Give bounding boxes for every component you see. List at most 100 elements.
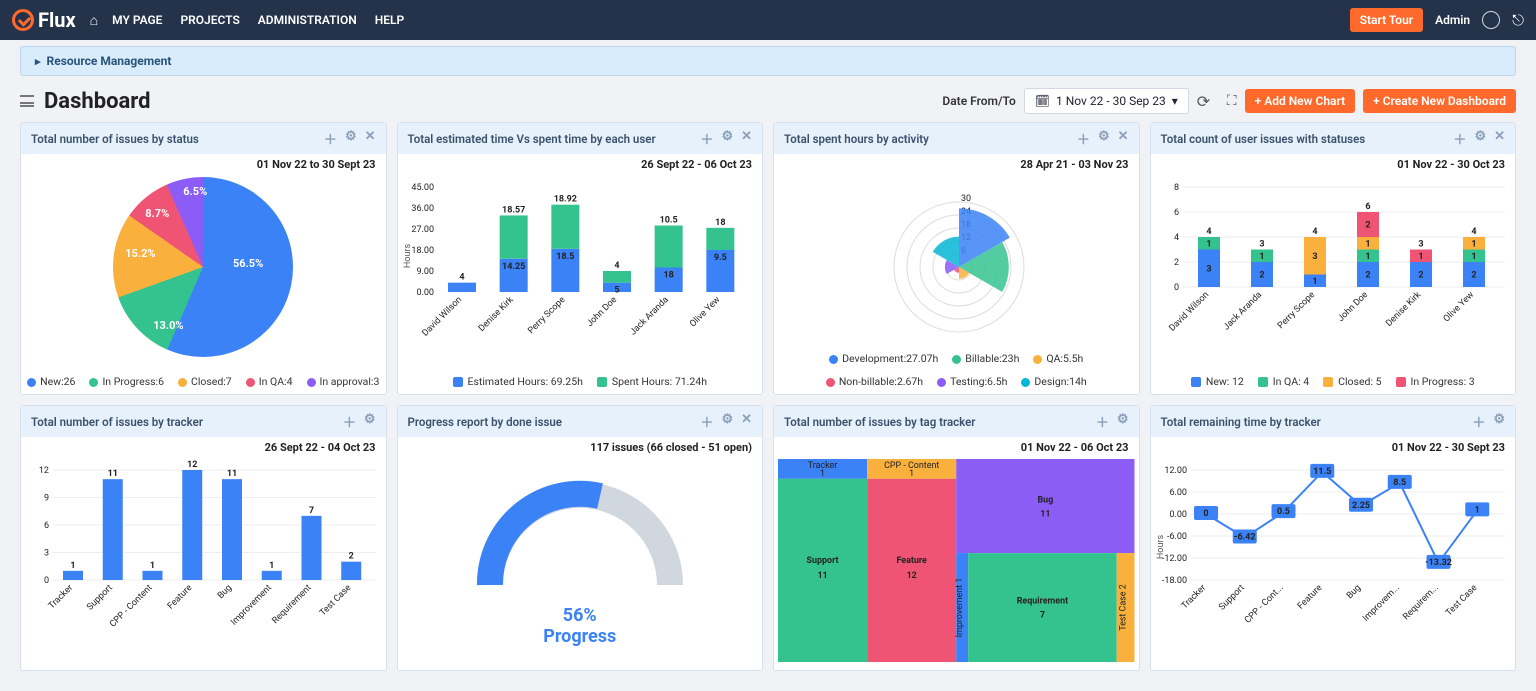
stacked-bar-chart: 0.009.0018.0027.0036.0045.004David Wilso… xyxy=(408,177,753,347)
chart-legend: Estimated Hours: 69.25hSpent Hours: 71.2… xyxy=(398,371,763,394)
svg-text:2: 2 xyxy=(1365,221,1370,231)
close-icon[interactable]: ✕ xyxy=(1118,129,1129,148)
gear-icon[interactable]: ⚙ xyxy=(345,129,357,148)
nav-my-page[interactable]: MY PAGE xyxy=(112,13,162,27)
nav-help[interactable]: HELP xyxy=(375,13,404,27)
svg-text:Requirement: Requirement xyxy=(1017,597,1068,607)
svg-text:Denise Kirk: Denise Kirk xyxy=(476,295,515,334)
chevron-down-icon: ▾ xyxy=(1172,94,1178,108)
home-icon[interactable]: ⌂ xyxy=(90,12,98,29)
svg-text:1: 1 xyxy=(1474,505,1479,515)
logo-mark-icon xyxy=(12,9,34,31)
svg-text:Denise Kirk: Denise Kirk xyxy=(1384,290,1423,329)
top-nav: Flux ⌂ MY PAGE PROJECTS ADMINISTRATION H… xyxy=(0,0,1536,40)
svg-text:Perry Scope: Perry Scope xyxy=(1276,290,1317,331)
svg-text:John Doe: John Doe xyxy=(1336,290,1370,324)
breadcrumb-bar[interactable]: Resource Management xyxy=(20,46,1516,76)
svg-text:-18.00: -18.00 xyxy=(1161,576,1186,586)
svg-text:2: 2 xyxy=(349,552,354,562)
card-estimated-vs-spent: Total estimated time Vs spent time by ea… xyxy=(397,122,764,395)
add-icon[interactable]: ＋ xyxy=(700,412,713,431)
svg-text:7: 7 xyxy=(1040,610,1045,620)
svg-text:Perry Scope: Perry Scope xyxy=(526,295,567,336)
start-tour-button[interactable]: Start Tour xyxy=(1350,8,1423,32)
svg-text:2: 2 xyxy=(1173,258,1178,268)
card-progress-report: Progress report by done issue ＋⚙✕ 117 is… xyxy=(397,405,764,671)
svg-text:12: 12 xyxy=(39,466,49,476)
svg-text:1: 1 xyxy=(150,561,155,571)
menu-icon[interactable] xyxy=(20,95,34,107)
pie-slice-label: 13.0% xyxy=(153,319,183,332)
nav-administration[interactable]: ADMINISTRATION xyxy=(258,13,357,27)
svg-text:Feature: Feature xyxy=(166,583,195,612)
gear-icon[interactable]: ⚙ xyxy=(1493,412,1505,431)
gear-icon[interactable]: ⚙ xyxy=(1474,129,1486,148)
svg-text:1: 1 xyxy=(70,561,75,571)
add-icon[interactable]: ＋ xyxy=(324,129,337,148)
user-icon[interactable] xyxy=(1482,11,1500,29)
svg-text:-13.32: -13.32 xyxy=(1425,558,1452,568)
svg-text:4: 4 xyxy=(1312,227,1317,237)
fullscreen-icon[interactable]: ⛶ xyxy=(1227,93,1237,109)
pie-chart: 56.5% 13.0% 15.2% 8.7% 6.5% xyxy=(113,177,293,357)
add-icon[interactable]: ＋ xyxy=(1453,129,1466,148)
card-title: Total spent hours by activity xyxy=(784,132,929,146)
svg-text:18.57: 18.57 xyxy=(502,205,525,215)
svg-text:0: 0 xyxy=(1203,509,1208,519)
svg-text:1: 1 xyxy=(1418,252,1423,262)
svg-text:1: 1 xyxy=(269,561,274,571)
svg-text:12: 12 xyxy=(907,571,917,581)
card-title: Total estimated time Vs spent time by ea… xyxy=(408,132,656,146)
svg-text:1: 1 xyxy=(1259,252,1264,262)
svg-text:12: 12 xyxy=(187,460,197,470)
svg-text:Jack Aranda: Jack Aranda xyxy=(1221,290,1263,332)
gear-icon[interactable]: ⚙ xyxy=(364,412,376,431)
svg-text:11: 11 xyxy=(227,469,237,479)
svg-text:Tracker: Tracker xyxy=(1179,583,1207,611)
gear-icon[interactable]: ⚙ xyxy=(1098,129,1110,148)
svg-text:Support: Support xyxy=(1217,583,1247,613)
svg-text:0: 0 xyxy=(1173,283,1178,293)
brand-text: Flux xyxy=(38,8,76,32)
close-icon[interactable]: ✕ xyxy=(741,129,752,148)
svg-text:4: 4 xyxy=(614,261,619,271)
svg-text:4: 4 xyxy=(1206,227,1211,237)
gear-icon[interactable]: ⚙ xyxy=(721,412,733,431)
close-icon[interactable]: ✕ xyxy=(741,412,752,431)
add-icon[interactable]: ＋ xyxy=(1096,412,1109,431)
svg-text:Jack Aranda: Jack Aranda xyxy=(628,295,670,337)
logout-icon[interactable]: ⎋ xyxy=(1512,11,1524,29)
add-icon[interactable]: ＋ xyxy=(700,129,713,148)
gear-icon[interactable]: ⚙ xyxy=(1117,412,1129,431)
card-spent-by-activity: Total spent hours by activity ＋⚙✕ 28 Apr… xyxy=(773,122,1140,395)
add-new-chart-button[interactable]: + Add New Chart xyxy=(1245,89,1356,113)
svg-text:David Wilson: David Wilson xyxy=(1167,290,1211,334)
card-subtitle: 117 issues (66 closed - 51 open) xyxy=(398,437,763,454)
svg-text:3: 3 xyxy=(44,549,49,559)
refresh-icon[interactable] xyxy=(1197,92,1219,110)
svg-text:CPP - Content: CPP - Content xyxy=(108,583,155,630)
add-icon[interactable]: ＋ xyxy=(1077,129,1090,148)
close-icon[interactable]: ✕ xyxy=(1494,129,1505,148)
nav-projects[interactable]: PROJECTS xyxy=(180,13,239,27)
pie-slice-label: 6.5% xyxy=(183,185,207,198)
add-icon[interactable]: ＋ xyxy=(343,412,356,431)
gear-icon[interactable]: ⚙ xyxy=(721,129,733,148)
create-new-dashboard-button[interactable]: + Create New Dashboard xyxy=(1363,89,1516,113)
svg-text:45.00: 45.00 xyxy=(411,183,434,193)
svg-text:10.5: 10.5 xyxy=(659,216,677,226)
date-range-picker[interactable]: 🗓 1 Nov 22 - 30 Sep 23 ▾ xyxy=(1024,88,1189,114)
user-name[interactable]: Admin xyxy=(1435,13,1470,27)
card-date: 01 Nov 22 - 30 Sept 23 xyxy=(1151,437,1516,454)
add-icon[interactable]: ＋ xyxy=(1472,412,1485,431)
breadcrumb-label: Resource Management xyxy=(47,54,172,68)
svg-text:Test Case: Test Case xyxy=(318,583,353,618)
gauge-chart xyxy=(470,475,690,605)
svg-text:Support: Support xyxy=(85,583,115,613)
svg-text:18.00: 18.00 xyxy=(411,246,434,256)
close-icon[interactable]: ✕ xyxy=(365,129,376,148)
card-issues-by-tracker: Total number of issues by tracker ＋⚙ 26 … xyxy=(20,405,387,671)
brand-logo[interactable]: Flux xyxy=(12,8,76,32)
svg-text:6: 6 xyxy=(1365,202,1370,212)
card-user-issues-statuses: Total count of user issues with statuses… xyxy=(1150,122,1517,395)
